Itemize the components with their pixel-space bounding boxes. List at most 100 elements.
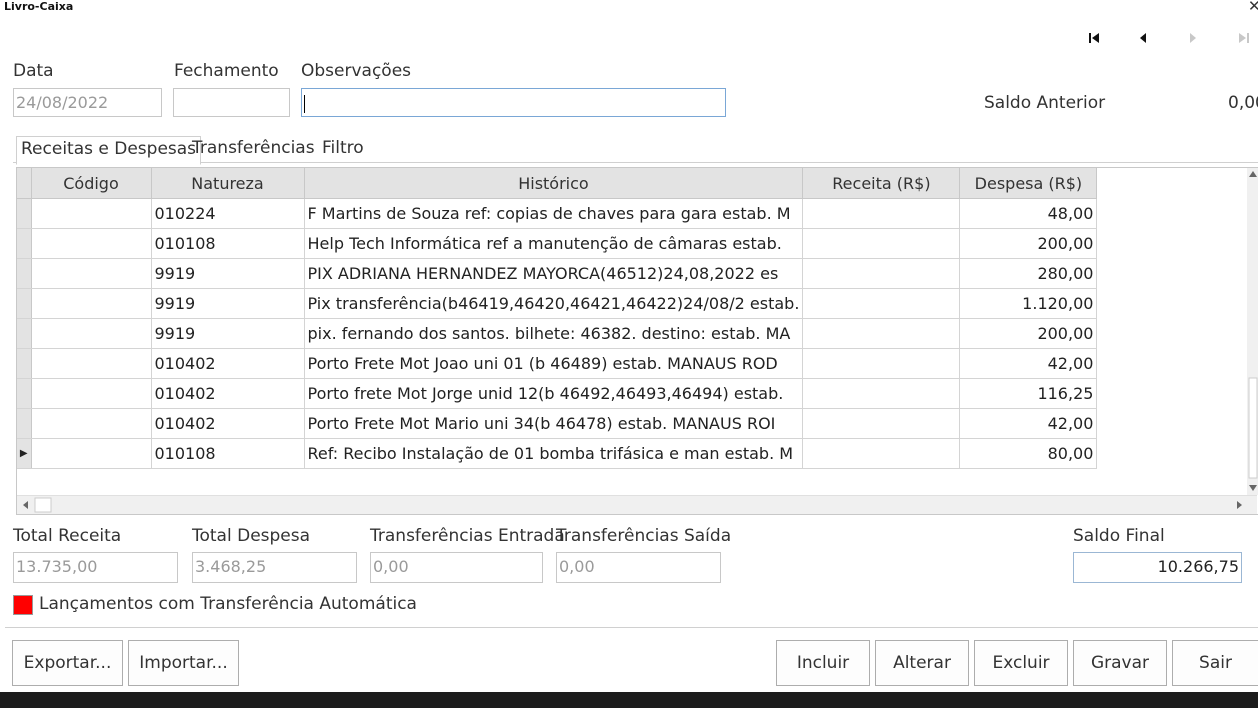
sair-button[interactable]: Sair (1172, 640, 1258, 686)
auto-transfer-color-swatch (13, 595, 33, 615)
cell-natureza[interactable]: 9919 (151, 318, 305, 349)
row-selector[interactable] (17, 258, 32, 289)
table-row[interactable]: 9919 PIX ADRIANA HERNANDEZ MAYORCA(46512… (17, 258, 1098, 289)
cell-codigo[interactable] (31, 198, 152, 229)
cell-natureza[interactable]: 9919 (151, 288, 305, 319)
next-record-icon[interactable] (1182, 28, 1204, 48)
cell-codigo[interactable] (31, 438, 152, 469)
row-selector[interactable] (17, 198, 32, 229)
cell-codigo[interactable] (31, 258, 152, 289)
cell-historico[interactable]: Pix transferência(b46419,46420,46421,464… (304, 288, 804, 319)
observacoes-label: Observações (301, 61, 412, 81)
cell-historico[interactable]: PIX ADRIANA HERNANDEZ MAYORCA(46512)24,0… (304, 258, 804, 289)
cell-despesa[interactable]: 116,25 (959, 378, 1098, 409)
data-field[interactable]: 24/08/2022 (13, 88, 162, 117)
cell-natureza[interactable]: 9919 (151, 258, 305, 289)
cell-codigo[interactable] (31, 318, 152, 349)
row-selector[interactable] (17, 318, 32, 349)
row-selector[interactable] (17, 348, 32, 379)
cell-codigo[interactable] (31, 288, 152, 319)
cell-natureza[interactable]: 010402 (151, 408, 305, 439)
last-record-icon[interactable] (1233, 28, 1255, 48)
text-cursor (304, 94, 305, 113)
table-row[interactable]: 9919 Pix transferência(b46419,46420,4642… (17, 288, 1098, 319)
cell-natureza[interactable]: 010402 (151, 378, 305, 409)
fechamento-field[interactable] (173, 88, 290, 117)
alterar-button[interactable]: Alterar (875, 640, 969, 686)
table-row[interactable]: 010402 Porto frete Mot Jorge unid 12(b 4… (17, 378, 1098, 409)
table-row[interactable]: 010402 Porto Frete Mot Joao uni 01 (b 46… (17, 348, 1098, 379)
column-header-natureza[interactable]: Natureza (151, 168, 305, 199)
saldo-anterior-label: Saldo Anterior (984, 93, 1106, 113)
cell-receita[interactable] (802, 318, 961, 349)
vertical-scrollbar[interactable] (1247, 168, 1258, 495)
cell-historico[interactable]: Help Tech Informática ref a manutenção d… (304, 228, 804, 259)
column-header-despesa[interactable]: Despesa (R$) (959, 168, 1098, 199)
column-header-codigo[interactable]: Código (31, 168, 152, 199)
cell-receita[interactable] (802, 228, 961, 259)
tab-transferencias[interactable]: Transferências (188, 136, 319, 163)
first-record-icon[interactable] (1083, 28, 1105, 48)
table-row[interactable]: 010108 Help Tech Informática ref a manut… (17, 228, 1098, 259)
cell-codigo[interactable] (31, 378, 152, 409)
cell-historico[interactable]: Porto Frete Mot Mario uni 34(b 46478) es… (304, 408, 804, 439)
cell-despesa[interactable]: 42,00 (959, 408, 1098, 439)
fechamento-label: Fechamento (174, 61, 279, 81)
close-icon[interactable]: ✕ (1248, 0, 1258, 15)
cell-natureza[interactable]: 010224 (151, 198, 305, 229)
table-row[interactable]: 010224 F Martins de Souza ref: copias de… (17, 198, 1098, 229)
cell-despesa[interactable]: 280,00 (959, 258, 1098, 289)
entries-table: Código Natureza Histórico Receita (R$) D… (17, 168, 1098, 469)
cell-historico[interactable]: Porto Frete Mot Joao uni 01 (b 46489) es… (304, 348, 804, 379)
cell-natureza[interactable]: 010108 (151, 228, 305, 259)
transf-saida-field: 0,00 (556, 552, 721, 583)
row-selector[interactable] (17, 288, 32, 319)
row-selector[interactable] (17, 408, 32, 439)
cell-despesa[interactable]: 1.120,00 (959, 288, 1098, 319)
incluir-button[interactable]: Incluir (776, 640, 870, 686)
cell-historico[interactable]: pix. fernando dos santos. bilhete: 46382… (304, 318, 804, 349)
cell-codigo[interactable] (31, 348, 152, 379)
cell-natureza[interactable]: 010108 (151, 438, 305, 469)
cell-historico[interactable]: Ref: Recibo Instalação de 01 bomba trifá… (304, 438, 804, 469)
cell-codigo[interactable] (31, 228, 152, 259)
cell-receita[interactable] (802, 258, 961, 289)
row-selector[interactable] (17, 228, 32, 259)
table-row[interactable]: ▶ 010108 Ref: Recibo Instalação de 01 bo… (17, 438, 1098, 469)
cell-receita[interactable] (802, 408, 961, 439)
transf-saida-label: Transferências Saída (556, 526, 732, 546)
cell-despesa[interactable]: 48,00 (959, 198, 1098, 229)
cell-natureza[interactable]: 010402 (151, 348, 305, 379)
cell-historico[interactable]: Porto frete Mot Jorge unid 12(b 46492,46… (304, 378, 804, 409)
column-header-receita[interactable]: Receita (R$) (802, 168, 961, 199)
table-row[interactable]: 9919 pix. fernando dos santos. bilhete: … (17, 318, 1098, 349)
cell-despesa[interactable]: 80,00 (959, 438, 1098, 469)
importar-button[interactable]: Importar... (128, 640, 239, 686)
excluir-button[interactable]: Excluir (974, 640, 1068, 686)
cell-despesa[interactable]: 42,00 (959, 348, 1098, 379)
total-receita-field: 13.735,00 (13, 552, 178, 583)
auto-transfer-legend-label: Lançamentos com Transferência Automática (39, 594, 417, 614)
tab-receitas-despesas[interactable]: Receitas e Despesas (16, 136, 202, 165)
cell-receita[interactable] (802, 348, 961, 379)
row-selector-header (17, 168, 32, 199)
cell-receita[interactable] (802, 378, 961, 409)
exportar-button[interactable]: Exportar... (12, 640, 123, 686)
cell-despesa[interactable]: 200,00 (959, 228, 1098, 259)
cell-receita[interactable] (802, 288, 961, 319)
observacoes-field[interactable] (301, 88, 726, 117)
horizontal-scrollbar[interactable] (17, 495, 1257, 514)
row-selector[interactable]: ▶ (17, 438, 32, 469)
column-header-historico[interactable]: Histórico (304, 168, 804, 199)
entries-grid[interactable]: Código Natureza Histórico Receita (R$) D… (16, 167, 1258, 515)
cell-receita[interactable] (802, 198, 961, 229)
cell-codigo[interactable] (31, 408, 152, 439)
cell-despesa[interactable]: 200,00 (959, 318, 1098, 349)
cell-receita[interactable] (802, 438, 961, 469)
table-row[interactable]: 010402 Porto Frete Mot Mario uni 34(b 46… (17, 408, 1098, 439)
prev-record-icon[interactable] (1132, 28, 1154, 48)
row-selector[interactable] (17, 378, 32, 409)
gravar-button[interactable]: Gravar (1073, 640, 1167, 686)
cell-historico[interactable]: F Martins de Souza ref: copias de chaves… (304, 198, 804, 229)
tab-filtro[interactable]: Filtro (318, 136, 368, 163)
